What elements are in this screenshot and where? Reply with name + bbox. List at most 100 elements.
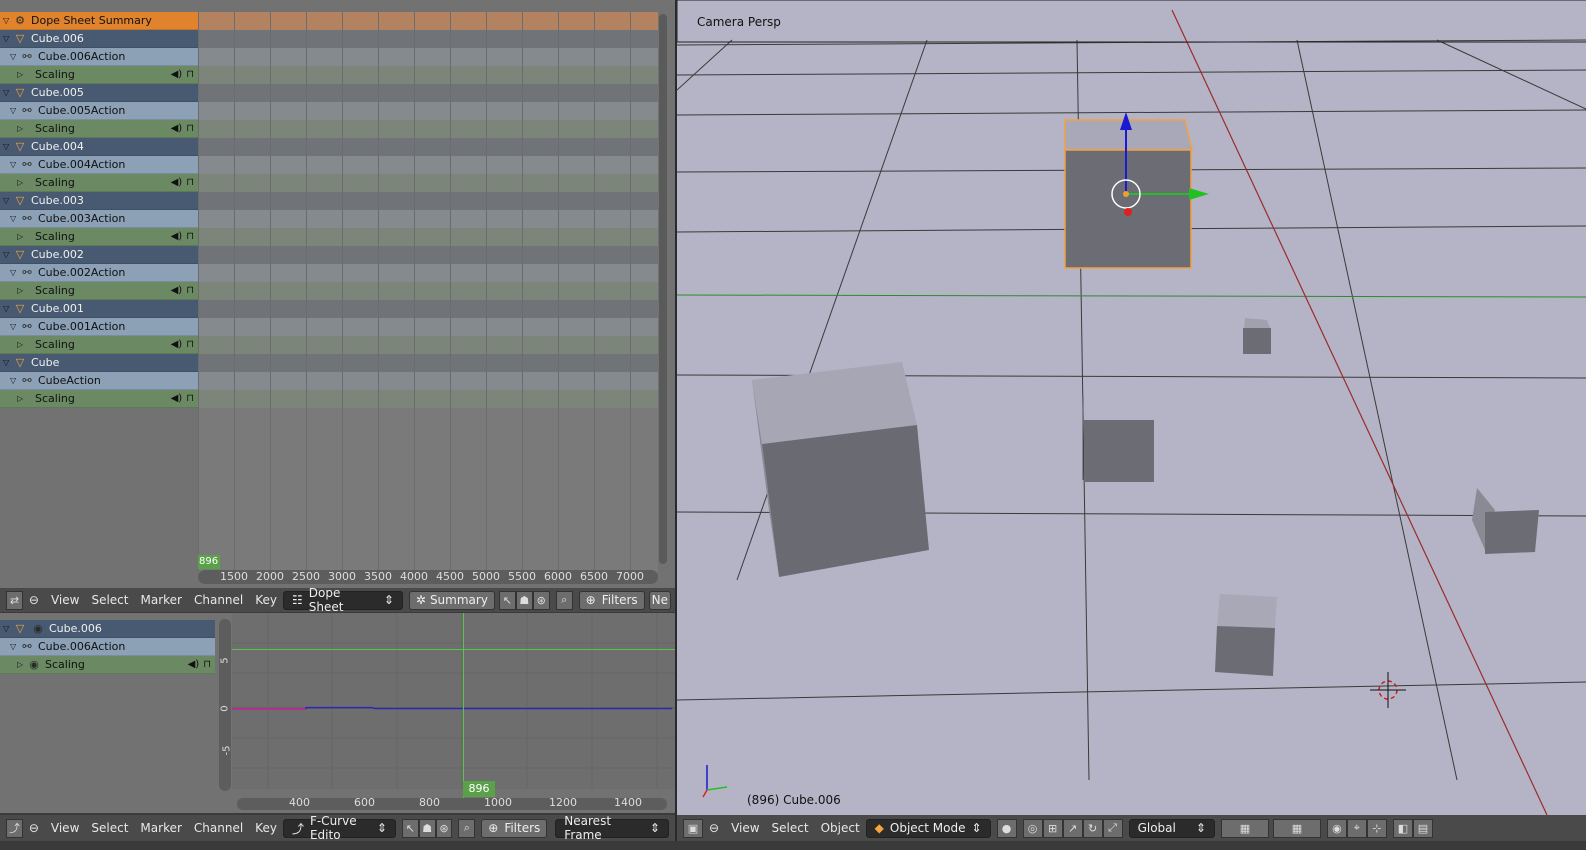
timeline-channel-row[interactable] [198, 264, 658, 282]
show-hidden-icon[interactable]: ☗ [418, 818, 436, 838]
graph-channel-row-obj[interactable]: ▽ ▽ ◉ Cube.006 [0, 620, 215, 638]
expand-triangle-icon[interactable]: ▷ [17, 340, 27, 349]
header-collapse-icon[interactable]: ⊖ [23, 590, 45, 610]
menu-object[interactable]: Object [815, 818, 866, 838]
lock-icon[interactable]: ⊓ [186, 69, 194, 80]
channel-row-act[interactable]: ▽ ⚯ Cube.005Action [0, 102, 198, 120]
graph-channel-row-act[interactable]: ▽ ⚯ Cube.006Action [0, 638, 215, 656]
editor-type-graph-icon[interactable]: ⤴ [6, 818, 23, 838]
menu-channel[interactable]: Channel [188, 590, 249, 610]
snap-element-icon[interactable]: ⊹ [1366, 818, 1387, 838]
channel-row-obj[interactable]: ▽ ▽ Cube [0, 354, 198, 372]
pivot-point-icon[interactable]: ◎ [1022, 818, 1043, 838]
timeline-channel-row[interactable] [198, 336, 658, 354]
channel-row-act[interactable]: ▽ ⚯ Cube.001Action [0, 318, 198, 336]
timeline-channel-row[interactable] [198, 66, 658, 84]
collapse-triangle-icon[interactable]: ▽ [10, 322, 20, 331]
timeline-channel-row[interactable] [198, 228, 658, 246]
graph-channel-row-fc[interactable]: ▷ ◉ Scaling ◀) ⊓ [0, 656, 215, 674]
mute-speaker-icon[interactable]: ◀) [171, 393, 183, 404]
timeline-channel-row[interactable] [198, 246, 658, 264]
channel-row-obj[interactable]: ▽ ▽ Cube.006 [0, 30, 198, 48]
menu-view[interactable]: View [725, 818, 765, 838]
menu-select[interactable]: Select [766, 818, 815, 838]
layers-icon[interactable]: ▦ [1272, 818, 1321, 838]
timeline-channel-row[interactable] [198, 390, 658, 408]
rotate-manipulator-icon[interactable]: ↻ [1082, 818, 1103, 838]
collapse-triangle-icon[interactable]: ▽ [3, 34, 13, 43]
channel-row-act[interactable]: ▽ ⚯ Cube.003Action [0, 210, 198, 228]
collapse-triangle-icon[interactable]: ▽ [3, 142, 13, 151]
channel-row-sum[interactable]: ▽ ⚙ Dope Sheet Summary [0, 12, 198, 30]
channel-row-obj[interactable]: ▽ ▽ Cube.003 [0, 192, 198, 210]
channel-row-fc[interactable]: ▷ Scaling ◀) ⊓ [0, 228, 198, 246]
mute-speaker-icon[interactable]: ◀) [188, 659, 200, 670]
timeline-channel-row[interactable] [198, 102, 658, 120]
show-hidden-icon[interactable]: ☗ [515, 590, 533, 610]
channel-row-act[interactable]: ▽ ⚯ Cube.004Action [0, 156, 198, 174]
menu-select[interactable]: Select [85, 818, 134, 838]
expand-triangle-icon[interactable]: ▷ [17, 178, 27, 187]
header-collapse-icon[interactable]: ⊖ [23, 818, 45, 838]
mute-speaker-icon[interactable]: ◀) [171, 285, 183, 296]
visibility-eye-icon[interactable]: ◉ [31, 622, 45, 635]
collapse-triangle-icon[interactable]: ▽ [10, 642, 20, 651]
only-selected-icon[interactable]: ↖ [498, 590, 516, 610]
mute-speaker-icon[interactable]: ◀) [171, 177, 183, 188]
menu-select[interactable]: Select [85, 590, 134, 610]
lock-icon[interactable]: ⊓ [186, 123, 194, 134]
collapse-triangle-icon[interactable]: ▽ [3, 88, 13, 97]
mute-speaker-icon[interactable]: ◀) [171, 231, 183, 242]
3d-cursor-icon[interactable] [1370, 672, 1406, 708]
menu-marker[interactable]: Marker [135, 590, 188, 610]
collapse-triangle-icon[interactable]: ▽ [10, 106, 20, 115]
object-mode-select[interactable]: ◆ Object Mode ⇕ [865, 818, 991, 838]
auto-snap-select[interactable]: Nearest Frame ⇕ [555, 814, 669, 842]
editor-type-3dview-icon[interactable]: ▣ [683, 818, 703, 838]
channel-row-fc[interactable]: ▷ Scaling ◀) ⊓ [0, 336, 198, 354]
collapse-triangle-icon[interactable]: ▽ [10, 376, 20, 385]
graph-plot-area[interactable] [232, 613, 675, 789]
mute-speaker-icon[interactable]: ◀) [171, 123, 183, 134]
channel-row-fc[interactable]: ▷ Scaling ◀) ⊓ [0, 282, 198, 300]
visibility-eye-icon[interactable]: ◉ [27, 658, 41, 671]
collapse-triangle-icon[interactable]: ▽ [10, 214, 20, 223]
dope-sheet-frame-ruler[interactable]: 1500 2000 2500 3000 3500 4000 4500 5000 5500 6000… [198, 570, 658, 584]
snap-toggle-icon[interactable]: ⌖ [1346, 818, 1367, 838]
right-cube[interactable] [1472, 488, 1539, 554]
large-cube[interactable] [752, 362, 929, 577]
editor-type-dopesheet-icon[interactable]: ⇄ [6, 590, 23, 610]
collapse-triangle-icon[interactable]: ▽ [10, 52, 20, 61]
expand-triangle-icon[interactable]: ▷ [17, 70, 27, 79]
channel-row-obj[interactable]: ▽ ▽ Cube.004 [0, 138, 198, 156]
timeline-channel-row[interactable] [198, 48, 658, 66]
summary-toggle[interactable]: ✲ Summary [408, 590, 495, 610]
translate-manipulator-icon[interactable]: ↗ [1062, 818, 1083, 838]
timeline-channel-row[interactable] [198, 156, 658, 174]
menu-view[interactable]: View [45, 590, 85, 610]
timeline-channel-row[interactable] [198, 12, 658, 30]
channel-row-fc[interactable]: ▷ Scaling ◀) ⊓ [0, 174, 198, 192]
layers-icon[interactable]: ▦ [1220, 818, 1269, 838]
dope-sheet-vertical-scrollbar[interactable] [659, 14, 667, 564]
timeline-channel-row[interactable] [198, 300, 658, 318]
channel-row-act[interactable]: ▽ ⚯ CubeAction [0, 372, 198, 390]
timeline-channel-row[interactable] [198, 210, 658, 228]
timeline-channel-row[interactable] [198, 30, 658, 48]
timeline-channel-row[interactable] [198, 372, 658, 390]
scale-manipulator-icon[interactable]: ⤢ [1102, 818, 1123, 838]
search-icon[interactable]: ⌕ [555, 590, 573, 610]
lock-icon[interactable]: ⊓ [186, 285, 194, 296]
manipulator-toggle-icon[interactable]: ⊞ [1042, 818, 1063, 838]
mute-speaker-icon[interactable]: ◀) [171, 69, 183, 80]
filters-button[interactable]: ⊕ Filters [578, 590, 645, 610]
header-collapse-icon[interactable]: ⊖ [703, 818, 725, 838]
expand-triangle-icon[interactable]: ▷ [17, 232, 27, 241]
3d-viewport[interactable]: Camera Persp (896) Cube.006 [675, 0, 1586, 815]
timeline-channel-row[interactable] [198, 318, 658, 336]
fcurve-scaling[interactable] [305, 706, 672, 710]
viewport-shading-icon[interactable]: ● [996, 818, 1017, 838]
expand-triangle-icon[interactable]: ▷ [17, 124, 27, 133]
search-icon[interactable]: ⌕ [458, 818, 476, 838]
collapse-triangle-icon[interactable]: ▽ [10, 160, 20, 169]
